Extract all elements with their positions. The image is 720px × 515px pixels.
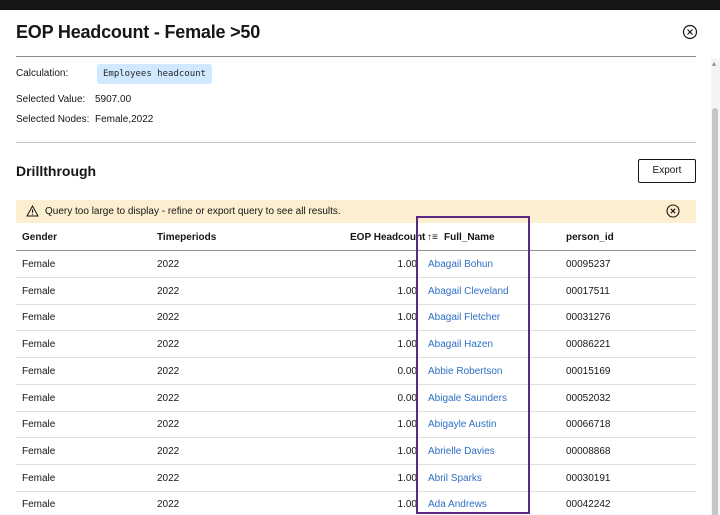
modal-content: Calculation: Employees headcount Selecte… (0, 56, 711, 515)
cell-eop-headcount: 1.00 (397, 445, 417, 457)
cell-eop-headcount: 1.00 (397, 339, 417, 351)
cell-person-id: 00030191 (566, 472, 611, 484)
cell-timeperiod: 2022 (157, 419, 180, 431)
warning-banner: Query too large to display - refine or e… (16, 200, 696, 223)
cell-gender: Female (22, 445, 56, 457)
calculation-label: Calculation: (16, 68, 69, 79)
cell-full-name-link[interactable]: Abagail Hazen (428, 339, 493, 350)
selected-value: 5907.00 (95, 94, 132, 105)
calculation-tag: Employees headcount (97, 64, 212, 84)
cell-timeperiod: 2022 (157, 312, 180, 324)
section-divider (16, 142, 696, 143)
cell-gender: Female (22, 392, 56, 404)
cell-eop-headcount: 1.00 (397, 312, 417, 324)
table-row: Female 2022 0.00 Abigale Saunders 00052032 (16, 385, 696, 412)
drillthrough-title: Drillthrough (16, 163, 97, 179)
cell-person-id: 00095237 (566, 259, 611, 270)
cell-person-id: 00086221 (566, 339, 611, 351)
column-header-eop-headcount[interactable]: EOP Headcount (350, 232, 425, 243)
column-header-timeperiods[interactable]: Timeperiods (157, 232, 216, 243)
cell-full-name-link[interactable]: Abrielle Davies (428, 446, 495, 457)
cell-person-id: 00008868 (566, 445, 611, 457)
cell-full-name-link[interactable]: Ada Andrews (428, 499, 487, 510)
table-row: Female 2022 1.00 Abagail Fletcher 00031276 (16, 304, 696, 332)
table-row: Female 2022 1.00 Abagail Bohun 00095237 (16, 251, 696, 278)
selected-nodes: Female,2022 (95, 114, 154, 125)
table-row: Female 2022 1.00 Abagail Cleveland 00017511 (16, 278, 696, 305)
warning-icon (26, 205, 39, 217)
cell-gender: Female (22, 419, 56, 431)
cell-timeperiod: 2022 (157, 259, 180, 270)
cell-timeperiod: 2022 (157, 445, 180, 457)
cell-full-name-link[interactable]: Abagail Fletcher (428, 312, 500, 323)
cell-gender: Female (22, 365, 56, 377)
cell-gender: Female (22, 312, 56, 324)
cell-gender: Female (22, 259, 56, 270)
cell-eop-headcount: 1.00 (397, 499, 417, 511)
table-row: Female 2022 1.00 Ada Andrews 00042242 (16, 491, 696, 515)
cell-gender: Female (22, 339, 56, 351)
cell-eop-headcount: 0.00 (397, 365, 417, 377)
cell-timeperiod: 2022 (157, 472, 180, 484)
modal-title: EOP Headcount - Female >50 (16, 22, 261, 42)
cell-person-id: 00066718 (566, 419, 611, 431)
cell-timeperiod: 2022 (157, 339, 180, 351)
cell-full-name-link[interactable]: Abagail Cleveland (428, 286, 509, 297)
cell-person-id: 00015169 (566, 365, 611, 377)
cell-gender: Female (22, 499, 56, 511)
cell-full-name-link[interactable]: Abigayle Austin (428, 419, 496, 430)
cell-full-name-link[interactable]: Abril Sparks (428, 473, 482, 484)
cell-timeperiod: 2022 (157, 499, 180, 511)
export-button[interactable]: Export (638, 159, 696, 183)
warning-message: Query too large to display - refine or e… (45, 206, 341, 217)
table-row: Female 2022 1.00 Abigayle Austin 00066718 (16, 411, 696, 439)
cell-full-name-link[interactable]: Abbie Robertson (428, 366, 503, 377)
drillthrough-modal: EOP Headcount - Female >50 Calculation: … (0, 10, 720, 515)
cell-timeperiod: 2022 (157, 285, 180, 297)
cell-gender: Female (22, 472, 56, 484)
scrollbar[interactable]: ▴ (711, 58, 720, 515)
table-row: Female 2022 0.00 Abbie Robertson 00015169 (16, 358, 696, 385)
selected-value-label: Selected Value: (16, 94, 86, 105)
cell-full-name-link[interactable]: Abigale Saunders (428, 393, 507, 404)
close-icon[interactable] (682, 24, 698, 40)
cell-eop-headcount: 1.00 (397, 259, 417, 270)
selected-nodes-label: Selected Nodes: (16, 114, 90, 125)
cell-eop-headcount: 0.00 (397, 392, 417, 404)
table-header: Gender Timeperiods EOP Headcount ↑≡ Full… (16, 223, 696, 251)
table-row: Female 2022 1.00 Abrielle Davies 00008868 (16, 438, 696, 465)
column-header-full-name[interactable]: Full_Name (444, 232, 495, 243)
sort-ascending-icon[interactable]: ↑≡ (427, 232, 438, 243)
cell-eop-headcount: 1.00 (397, 285, 417, 297)
column-header-person-id[interactable]: person_id (566, 232, 614, 243)
column-header-gender[interactable]: Gender (22, 232, 57, 243)
cell-person-id: 00042242 (566, 499, 611, 511)
cell-person-id: 00052032 (566, 392, 611, 404)
scrollbar-thumb[interactable] (712, 108, 718, 515)
cell-person-id: 00017511 (566, 285, 610, 297)
table-row: Female 2022 1.00 Abagail Hazen 00086221 (16, 331, 696, 359)
cell-timeperiod: 2022 (157, 392, 180, 404)
cell-gender: Female (22, 285, 56, 297)
top-bar (0, 0, 720, 10)
cell-full-name-link[interactable]: Abagail Bohun (428, 259, 493, 270)
cell-eop-headcount: 1.00 (397, 472, 417, 484)
table-row: Female 2022 1.00 Abril Sparks 00030191 (16, 465, 696, 492)
cell-eop-headcount: 1.00 (397, 419, 417, 431)
header-divider (16, 56, 696, 57)
scroll-up-icon[interactable]: ▴ (712, 60, 716, 68)
modal-header: EOP Headcount - Female >50 (0, 10, 720, 56)
cell-timeperiod: 2022 (157, 365, 180, 377)
dismiss-warning-icon[interactable] (665, 203, 681, 219)
cell-person-id: 00031276 (566, 312, 611, 324)
